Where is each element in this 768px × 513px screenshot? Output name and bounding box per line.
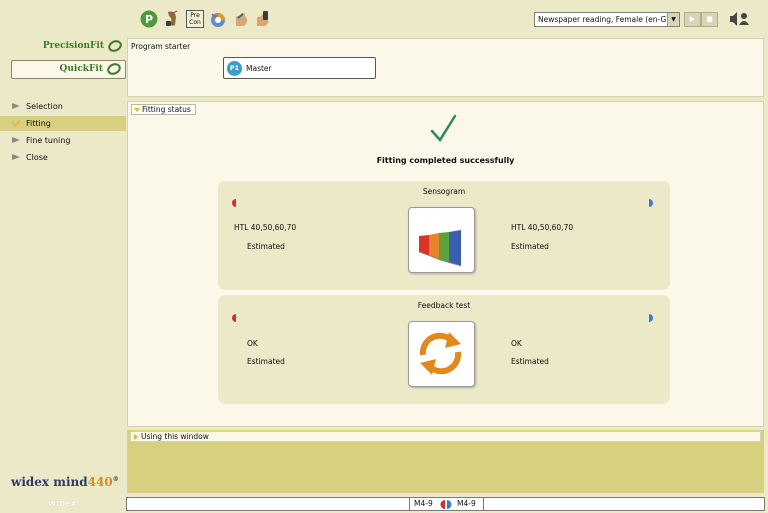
precisionfit-label: PrecisionFit: [42, 41, 104, 51]
sidebar-item-label: Close: [26, 153, 48, 162]
sidebar-item-label: Selection: [26, 102, 63, 111]
procon-icon[interactable]: Pre Con: [186, 10, 204, 28]
chevron-down-icon[interactable]: ▼: [667, 13, 679, 26]
sidebar-item-close[interactable]: Close: [0, 150, 126, 165]
left-estimated: Estimated: [247, 242, 285, 251]
card-title: Feedback test: [417, 301, 471, 310]
brand-logo: widex mind440®: [11, 475, 119, 489]
feedback-test-card: Feedback test OK Estimated OK Estimated: [218, 295, 670, 404]
left-device: M4-9: [414, 499, 433, 508]
arrow-icon: [12, 137, 20, 143]
program-select[interactable]: Newspaper reading, Female (en-G ▼: [534, 12, 680, 27]
sidebar-item-label: Fitting: [26, 119, 51, 128]
stop-icon: ■: [706, 15, 713, 23]
sensogram-icon: [418, 230, 462, 267]
widex-logo: WIDEX: [48, 500, 77, 508]
status-bar: M4-9 M4-9: [126, 497, 765, 511]
top-toolbar: P Pre Con Newspaper reading, Female (en-…: [0, 0, 768, 38]
sidebar-item-fine-tuning[interactable]: Fine tuning: [0, 133, 126, 148]
right-value: HTL 40,50,60,70: [511, 223, 574, 232]
quickfit-button[interactable]: QuickFit: [11, 60, 126, 79]
speaker-person-icon[interactable]: [729, 11, 751, 27]
expand-arrow-icon: [134, 434, 138, 440]
program-master-button[interactable]: P1 Master: [223, 57, 376, 79]
brand-text: widex mind: [11, 475, 88, 489]
sidebar-item-label: Fine tuning: [26, 136, 71, 145]
brand-suffix: 440: [87, 475, 113, 489]
feedback-test-icon: [419, 332, 462, 375]
stop-button[interactable]: ■: [701, 12, 718, 27]
fitting-status-title: Fitting status: [142, 105, 191, 114]
feedback-test-button[interactable]: [408, 321, 475, 387]
right-device: M4-9: [457, 499, 476, 508]
collapse-arrow-icon: [134, 108, 140, 112]
sensogram-card: Sensogram HTL 40,50,60,70 Estimated HTL …: [218, 181, 670, 290]
widex-logo-text: WIDEX: [48, 500, 77, 508]
check-arrow-icon: [12, 120, 20, 126]
precisionfit-icon[interactable]: P: [140, 10, 158, 28]
hand-icon[interactable]: [232, 10, 250, 28]
using-window-title: Using this window: [141, 432, 209, 441]
fitting-status-tab[interactable]: Fitting status: [131, 104, 196, 115]
program-badge: P1: [227, 61, 242, 76]
using-window-panel: Using this window: [127, 430, 764, 493]
procon-line1: Pre: [190, 12, 200, 19]
precisionfit-button[interactable]: PrecisionFit: [11, 38, 126, 57]
swirl-icon: [107, 63, 121, 75]
hearing-aid-icon[interactable]: [163, 10, 181, 28]
right-value: OK: [511, 339, 522, 348]
right-estimated: Estimated: [511, 242, 549, 251]
arrow-icon: [12, 103, 20, 109]
fitting-message: Fitting completed successfully: [376, 156, 515, 165]
program-name: Master: [246, 64, 272, 73]
card-title: Sensogram: [422, 187, 466, 196]
program-starter-panel: Program starter P1 Master: [127, 38, 764, 97]
sidebar: PrecisionFit QuickFit Selection Fitting Fi…: [0, 38, 126, 513]
right-estimated: Estimated: [511, 357, 549, 366]
left-ear-icon: [232, 199, 236, 207]
sidebar-item-fitting[interactable]: Fitting: [0, 116, 126, 131]
arrow-icon: [12, 154, 20, 160]
left-estimated: Estimated: [247, 357, 285, 366]
device-status: M4-9 M4-9: [409, 498, 484, 510]
program-starter-title: Program starter: [131, 42, 191, 51]
feedback-icon[interactable]: [209, 10, 227, 28]
play-icon: ▶: [689, 15, 696, 23]
left-value: HTL 40,50,60,70: [234, 223, 297, 232]
sensogram-button[interactable]: [408, 207, 475, 273]
quickfit-label: QuickFit: [59, 64, 103, 74]
checkmark-icon: [430, 114, 457, 143]
right-ear-icon: [649, 314, 653, 322]
left-ear-icon: [232, 314, 236, 322]
sidebar-item-selection[interactable]: Selection: [0, 99, 126, 114]
svg-text:P: P: [145, 13, 153, 26]
swirl-icon: [108, 40, 122, 52]
play-button[interactable]: ▶: [684, 12, 701, 27]
ears-icon: [440, 500, 452, 509]
hand-remote-icon[interactable]: [254, 10, 272, 28]
right-ear-icon: [649, 199, 653, 207]
left-value: OK: [247, 339, 258, 348]
brand-tm: ®: [112, 476, 119, 483]
procon-line2: Con: [189, 19, 201, 26]
using-window-tab[interactable]: Using this window: [130, 431, 761, 442]
program-select-value: Newspaper reading, Female (en-G: [538, 15, 667, 24]
fitting-status-panel: Fitting status Fitting completed success…: [127, 101, 764, 427]
